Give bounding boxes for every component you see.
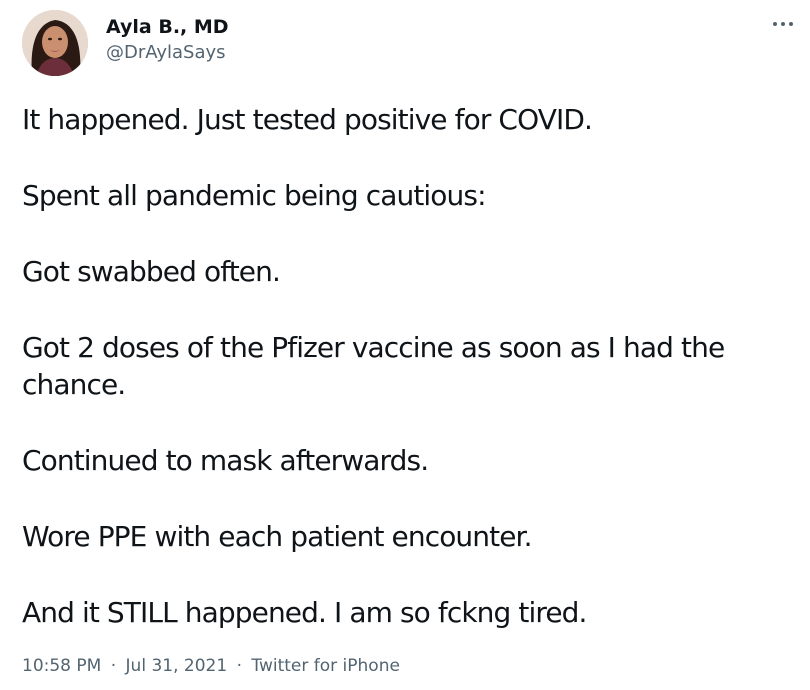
tweet-time: 10:58 PM: [22, 656, 102, 676]
separator: ·: [110, 656, 117, 676]
tweet-paragraph: Spent all pandemic being cautious:: [22, 179, 487, 212]
tweet-paragraph: Got 2 doses of the Pfizer vaccine as soo…: [22, 331, 725, 401]
tweet-source-link[interactable]: Twitter for iPhone: [251, 656, 400, 676]
tweet-paragraph: It happened. Just tested positive for CO…: [22, 103, 593, 136]
profile-photo-icon: [22, 10, 88, 76]
more-options-button[interactable]: [766, 12, 800, 36]
tweet-paragraph: Continued to mask afterwards.: [22, 444, 429, 477]
author-display-name[interactable]: Ayla B., MD: [106, 14, 229, 40]
author-handle[interactable]: @DrAylaSays: [106, 40, 229, 66]
tweet-metadata: 10:58 PM · Jul 31, 2021 · Twitter for iP…: [22, 654, 400, 678]
separator: ·: [236, 656, 242, 676]
tweet-header: Ayla B., MD @DrAylaSays: [22, 10, 793, 78]
tweet-timestamp-link[interactable]: 10:58 PM · Jul 31, 2021: [22, 656, 233, 676]
author-names: Ayla B., MD @DrAylaSays: [106, 14, 229, 66]
tweet-paragraph: Wore PPE with each patient encounter.: [22, 520, 532, 553]
tweet-paragraph: And it STILL happened. I am so fckng tir…: [22, 596, 587, 629]
more-horizontal-icon: [773, 22, 793, 26]
tweet-text: It happened. Just tested positive for CO…: [22, 101, 792, 670]
tweet-card: Ayla B., MD @DrAylaSays It happened. Jus…: [0, 0, 810, 690]
avatar[interactable]: [22, 10, 88, 76]
tweet-paragraph: Got swabbed often.: [22, 255, 281, 288]
tweet-date: Jul 31, 2021: [125, 656, 228, 676]
